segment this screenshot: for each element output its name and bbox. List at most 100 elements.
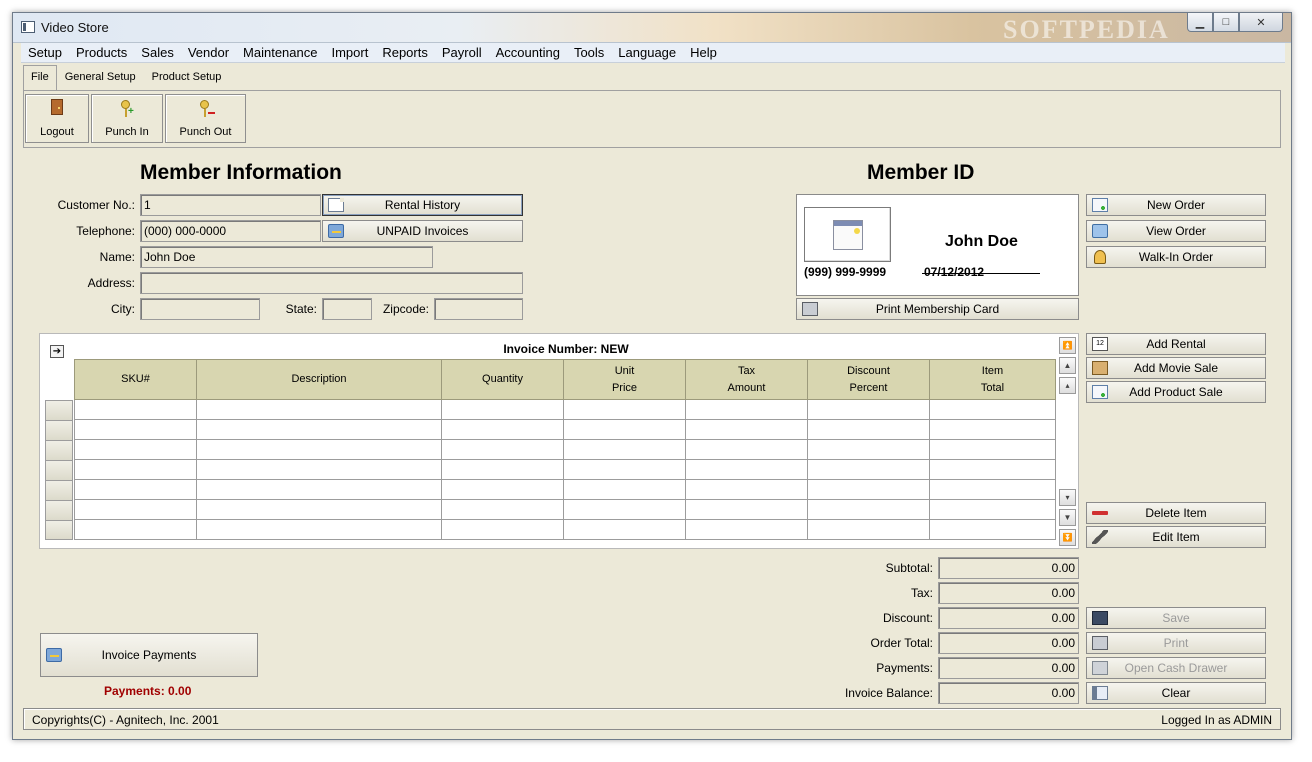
row-header[interactable] <box>45 420 73 440</box>
add-rental-button[interactable]: 12 Add Rental <box>1086 333 1266 355</box>
page-icon <box>328 198 344 212</box>
column-header-tax-amount[interactable]: Tax Amount <box>685 359 808 400</box>
column-header-sku[interactable]: SKU# <box>74 359 197 400</box>
ribbon-tabs: File General Setup Product Setup <box>23 65 230 90</box>
menu-vendor[interactable]: Vendor <box>181 43 236 63</box>
invoice-payments-button[interactable]: Invoice Payments <box>40 633 258 677</box>
tab-file[interactable]: File <box>23 65 57 90</box>
table-row[interactable] <box>74 519 1056 540</box>
printer-icon <box>802 302 818 316</box>
new-order-button[interactable]: New Order <box>1086 194 1266 216</box>
table-row[interactable] <box>74 479 1056 500</box>
folder-icon <box>1092 224 1108 238</box>
add-document-icon <box>1092 385 1108 399</box>
member-id-heading: Member ID <box>867 161 975 184</box>
card-member-phone: (999) 999-9999 <box>804 265 887 279</box>
payments-label: Payments: <box>876 661 933 675</box>
image-placeholder-icon <box>833 220 863 250</box>
tab-product-setup[interactable]: Product Setup <box>144 65 230 88</box>
title-bar[interactable]: Video Store SOFTPEDIA ▁ □ ✕ <box>13 13 1291 44</box>
invoice-balance-label: Invoice Balance: <box>844 686 933 700</box>
column-header-item-total[interactable]: Item Total <box>929 359 1056 400</box>
membership-card: John Doe (999) 999-9999 07/12/2012 <box>796 194 1079 296</box>
punch-in-button[interactable]: + Punch In <box>91 94 163 143</box>
row-header[interactable] <box>45 400 73 420</box>
view-order-button[interactable]: View Order <box>1086 220 1266 242</box>
arrow-right-icon[interactable]: ➔ <box>50 345 64 358</box>
add-movie-sale-button[interactable]: Add Movie Sale <box>1086 357 1266 379</box>
scroll-last-icon[interactable]: ⏬ <box>1059 529 1076 546</box>
menu-accounting[interactable]: Accounting <box>489 43 567 63</box>
scroll-first-icon[interactable]: ⏫ <box>1059 337 1076 354</box>
menu-language[interactable]: Language <box>611 43 683 63</box>
box-icon <box>1092 361 1108 375</box>
file-tab-panel: Logout + Punch In Punch Out <box>23 90 1281 148</box>
delete-item-button[interactable]: Delete Item <box>1086 502 1266 524</box>
edit-item-button[interactable]: Edit Item <box>1086 526 1266 548</box>
name-field[interactable]: John Doe <box>140 246 433 268</box>
menu-tools[interactable]: Tools <box>567 43 611 63</box>
address-field[interactable] <box>140 272 523 294</box>
table-row[interactable] <box>74 439 1056 460</box>
telephone-field[interactable]: (000) 000-0000 <box>140 220 321 242</box>
tab-general-setup[interactable]: General Setup <box>57 65 144 88</box>
table-row[interactable] <box>74 419 1056 440</box>
logout-button[interactable]: Logout <box>25 94 89 143</box>
payments-summary: Payments: 0.00 <box>104 684 192 698</box>
unpaid-invoices-button[interactable]: UNPAID Invoices <box>322 220 523 242</box>
row-header[interactable] <box>45 520 73 540</box>
menu-help[interactable]: Help <box>683 43 724 63</box>
name-label: Name: <box>99 250 135 264</box>
table-row[interactable] <box>74 459 1056 480</box>
print-button[interactable]: Print <box>1086 632 1266 654</box>
table-row[interactable] <box>74 399 1056 420</box>
row-header[interactable] <box>45 440 73 460</box>
maximize-button[interactable]: □ <box>1213 13 1239 32</box>
menu-payroll[interactable]: Payroll <box>435 43 489 63</box>
row-header[interactable] <box>45 500 73 520</box>
member-photo[interactable] <box>804 207 891 262</box>
table-row[interactable] <box>74 499 1056 520</box>
print-membership-card-button[interactable]: Print Membership Card <box>796 298 1079 320</box>
menu-setup[interactable]: Setup <box>21 43 69 63</box>
rental-history-button[interactable]: Rental History <box>322 194 523 216</box>
print-membership-card-label: Print Membership Card <box>875 302 1000 316</box>
row-header[interactable] <box>45 460 73 480</box>
scroll-page-up-icon[interactable]: ▲ <box>1059 357 1076 374</box>
menu-maintenance[interactable]: Maintenance <box>236 43 324 63</box>
cash-register-icon <box>1092 661 1108 675</box>
menu-products[interactable]: Products <box>69 43 134 63</box>
column-header-quantity[interactable]: Quantity <box>441 359 564 400</box>
city-field[interactable] <box>140 298 260 320</box>
tax-field: 0.00 <box>938 582 1079 604</box>
row-header[interactable] <box>45 480 73 500</box>
clear-button[interactable]: Clear <box>1086 682 1266 704</box>
column-header-description[interactable]: Description <box>196 359 442 400</box>
scroll-down-icon[interactable]: ▾ <box>1059 489 1076 506</box>
column-header-discount-percent[interactable]: Discount Percent <box>807 359 930 400</box>
walk-in-order-button[interactable]: Walk-In Order <box>1086 246 1266 268</box>
close-button[interactable]: ✕ <box>1239 13 1283 32</box>
state-field[interactable] <box>322 298 372 320</box>
save-button[interactable]: Save <box>1086 607 1266 629</box>
menu-sales[interactable]: Sales <box>134 43 181 63</box>
punch-out-button[interactable]: Punch Out <box>165 94 246 143</box>
column-header-unit-price[interactable]: Unit Price <box>563 359 686 400</box>
menu-import[interactable]: Import <box>324 43 375 63</box>
open-cash-drawer-button[interactable]: Open Cash Drawer <box>1086 657 1266 679</box>
watermark-logo: SOFTPEDIA <box>1003 15 1170 44</box>
customer-no-field[interactable]: 1 <box>140 194 321 216</box>
walk-in-order-label: Walk-In Order <box>1138 250 1214 264</box>
payment-card-icon <box>46 648 62 662</box>
add-product-sale-label: Add Product Sale <box>1129 385 1223 399</box>
key-remove-icon <box>197 99 215 117</box>
scroll-page-down-icon[interactable]: ▼ <box>1059 509 1076 526</box>
add-product-sale-button[interactable]: Add Product Sale <box>1086 381 1266 403</box>
menu-reports[interactable]: Reports <box>375 43 435 63</box>
zipcode-field[interactable] <box>434 298 523 320</box>
app-window: Video Store SOFTPEDIA ▁ □ ✕ Setup Produc… <box>12 12 1292 740</box>
scroll-up-icon[interactable]: ▴ <box>1059 377 1076 394</box>
new-document-icon <box>1092 198 1108 212</box>
floppy-icon <box>1092 611 1108 625</box>
minimize-button[interactable]: ▁ <box>1187 13 1213 32</box>
